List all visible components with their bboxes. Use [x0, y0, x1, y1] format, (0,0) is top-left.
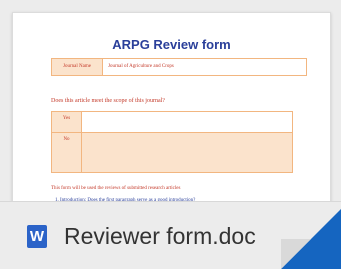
no-row: No — [52, 133, 292, 172]
journal-name-row: Journal Name Journal of Agriculture and … — [51, 58, 307, 76]
yes-row: Yes — [52, 112, 292, 133]
document-title: ARPG Review form — [112, 37, 231, 52]
document-thumbnail[interactable]: ARPG Review form Journal Name Journal of… — [12, 12, 331, 206]
journal-name-label: Journal Name — [52, 59, 103, 75]
word-icon: W — [27, 225, 47, 248]
file-name[interactable]: Reviewer form.doc — [64, 221, 256, 251]
journal-name-value: Journal of Agriculture and Crops — [108, 64, 174, 69]
page-fold-icon — [281, 209, 341, 269]
form-note: This form will be used the reviews of su… — [51, 186, 181, 191]
file-card[interactable]: ARPG Review form Journal Name Journal of… — [0, 0, 341, 269]
scope-question: Does this article meet the scope of this… — [51, 98, 165, 104]
yes-label: Yes — [52, 112, 82, 132]
no-label: No — [52, 133, 82, 172]
yes-no-table: Yes No — [51, 111, 293, 173]
page-fold-corner — [281, 209, 341, 269]
